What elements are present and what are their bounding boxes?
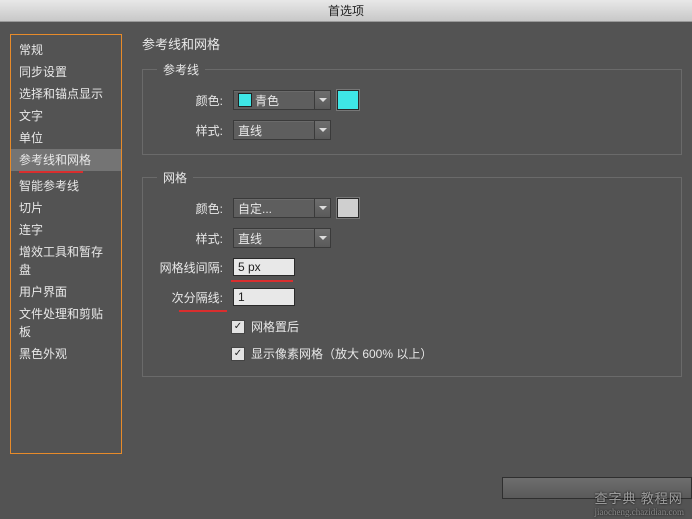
sidebar-item-selection-anchor[interactable]: 选择和锚点显示 (11, 83, 121, 105)
watermark: 查字典 教程网 jiaocheng.chazidian.com (595, 488, 684, 517)
sidebar-item-ui[interactable]: 用户界面 (11, 281, 121, 303)
sidebar-item-guides-grid[interactable]: 参考线和网格 (11, 149, 121, 171)
chevron-down-icon (314, 229, 330, 247)
grid-spacing-label: 网格线间隔: (157, 259, 223, 276)
chevron-down-icon (314, 199, 330, 217)
guides-style-select[interactable]: 直线 (233, 120, 331, 140)
grid-legend: 网格 (157, 169, 193, 186)
guides-color-select[interactable]: 青色 (233, 90, 331, 110)
sidebar-item-general[interactable]: 常规 (11, 39, 121, 61)
content-area: 常规 同步设置 选择和锚点显示 文字 单位 参考线和网格 智能参考线 切片 连字… (0, 22, 692, 519)
grid-style-select[interactable]: 直线 (233, 228, 331, 248)
annotation-underline (179, 310, 227, 312)
guides-color-swatch (238, 93, 252, 107)
sidebar-item-slices[interactable]: 切片 (11, 197, 121, 219)
window-titlebar: 首选项 (0, 0, 692, 22)
guides-style-label: 样式: (157, 122, 223, 139)
sidebar-item-file-clipboard[interactable]: 文件处理和剪贴板 (11, 303, 121, 343)
grid-style-label: 样式: (157, 230, 223, 247)
sidebar-item-sync[interactable]: 同步设置 (11, 61, 121, 83)
grid-group: 网格 颜色: 自定... 样式: 直线 网格线间隔: 5 px (142, 169, 682, 377)
grid-color-box[interactable] (337, 198, 359, 218)
sidebar-item-smart-guides[interactable]: 智能参考线 (11, 175, 121, 197)
grid-spacing-input[interactable]: 5 px (233, 258, 295, 276)
category-sidebar: 常规 同步设置 选择和锚点显示 文字 单位 参考线和网格 智能参考线 切片 连字… (10, 34, 122, 454)
annotation-underline (231, 280, 293, 282)
grid-subdiv-input[interactable]: 1 (233, 288, 295, 306)
guides-color-box[interactable] (337, 90, 359, 110)
chevron-down-icon (314, 121, 330, 139)
grid-subdiv-label: 次分隔线: (157, 289, 223, 306)
grid-back-checkbox[interactable] (231, 320, 245, 334)
grid-back-label: 网格置后 (251, 318, 299, 335)
sidebar-item-plugins-scratch[interactable]: 增效工具和暂存盘 (11, 241, 121, 281)
sidebar-item-units[interactable]: 单位 (11, 127, 121, 149)
window-title: 首选项 (328, 4, 364, 18)
grid-color-select[interactable]: 自定... (233, 198, 331, 218)
guides-group: 参考线 颜色: 青色 样式: 直线 (142, 61, 682, 155)
pixel-grid-label: 显示像素网格（放大 600% 以上） (251, 345, 432, 362)
sidebar-item-hyphenation[interactable]: 连字 (11, 219, 121, 241)
pixel-grid-checkbox[interactable] (231, 347, 245, 361)
guides-color-label: 颜色: (157, 92, 223, 109)
grid-color-label: 颜色: (157, 200, 223, 217)
guides-legend: 参考线 (157, 61, 205, 78)
main-panel: 参考线和网格 参考线 颜色: 青色 样式: 直线 网格 (142, 34, 682, 519)
sidebar-item-black-appearance[interactable]: 黑色外观 (11, 343, 121, 365)
page-heading: 参考线和网格 (142, 34, 682, 53)
chevron-down-icon (314, 91, 330, 109)
annotation-underline (19, 171, 83, 173)
sidebar-item-type[interactable]: 文字 (11, 105, 121, 127)
